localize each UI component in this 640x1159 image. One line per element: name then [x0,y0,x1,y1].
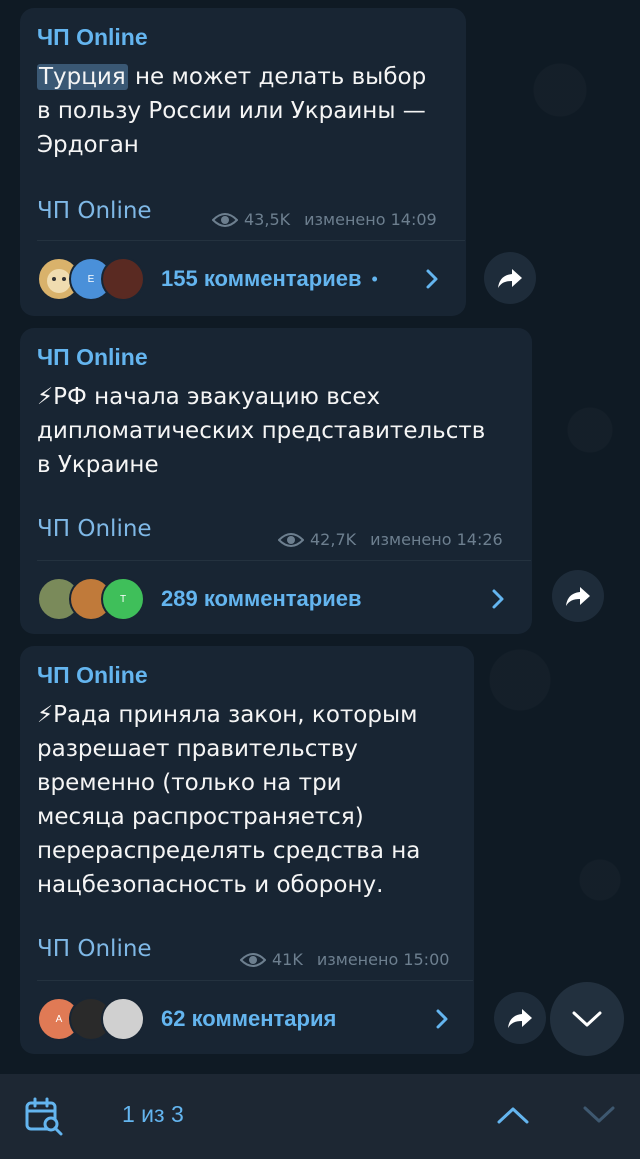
comments-button[interactable]: E 155 комментариев • [37,254,457,304]
share-icon [508,1009,532,1028]
channel-name[interactable]: ЧП Online [37,24,148,51]
share-icon [566,587,590,606]
message-meta: 43,5K изменено 14:09 [212,210,437,229]
scroll-down-button[interactable] [550,982,624,1056]
commenter-avatars: A [37,997,147,1041]
message-meta: 42,7K изменено 14:26 [278,530,503,549]
search-result-counter: 1 из 3 [122,1101,184,1127]
message-text: Турция не может делать выбор в пользу Ро… [37,64,427,158]
chevron-up-icon[interactable] [496,1104,530,1126]
channel-name[interactable]: ЧП Online [37,662,148,689]
chevron-right-icon [492,589,504,609]
signature: ЧП Online [37,936,152,962]
divider [37,560,531,561]
comments-count: 62 комментария [161,1006,337,1031]
views-count: 43,5K [244,210,291,229]
message-text: ⚡РФ начала эвакуацию всех дипломатически… [37,384,486,478]
message-meta: 41K изменено 15:00 [240,950,449,969]
message-bubble-1[interactable]: ЧП Online Турция не может делать выбор в… [20,8,466,316]
divider [37,980,473,981]
message-bubble-3[interactable]: ЧП Online ⚡Рада приняла закон, которым р… [20,646,474,1054]
chevron-right-icon [436,1009,448,1029]
comments-count: 289 комментариев [161,586,362,611]
avatar [101,257,145,301]
message-text: ⚡Рада приняла закон, которым разрешает п… [37,702,421,898]
avatar: T [101,577,145,621]
commenter-avatars: E [37,257,147,301]
share-button[interactable] [552,570,604,622]
chevron-down-icon[interactable] [582,1104,616,1126]
avatar [101,997,145,1041]
share-icon [498,269,522,288]
edited-time: изменено 14:09 [304,210,437,229]
views-count: 42,7K [310,530,357,549]
chevron-right-icon [426,269,438,289]
unread-dot: • [371,268,378,289]
comments-count: 155 комментариев [161,266,362,291]
eye-icon [278,532,304,547]
eye-icon [212,212,238,227]
comments-button[interactable]: T 289 комментариев [37,574,523,624]
signature: ЧП Online [37,516,152,542]
comments-button[interactable]: A 62 комментария [37,994,467,1044]
signature: ЧП Online [37,198,152,224]
search-nav-bar [0,1074,640,1159]
edited-time: изменено 15:00 [316,950,450,969]
calendar-search-icon[interactable] [24,1096,64,1136]
edited-time: изменено 14:26 [370,530,503,549]
search-highlight: Турция [37,64,128,90]
views-count: 41K [272,950,303,969]
eye-icon [240,952,266,967]
channel-name[interactable]: ЧП Online [37,344,148,371]
message-bubble-2[interactable]: ЧП Online ⚡РФ начала эвакуацию всех дипл… [20,328,532,634]
chevron-down-icon [572,1011,602,1027]
commenter-avatars: T [37,577,147,621]
divider [37,240,465,241]
share-button[interactable] [494,992,546,1044]
share-button[interactable] [484,252,536,304]
